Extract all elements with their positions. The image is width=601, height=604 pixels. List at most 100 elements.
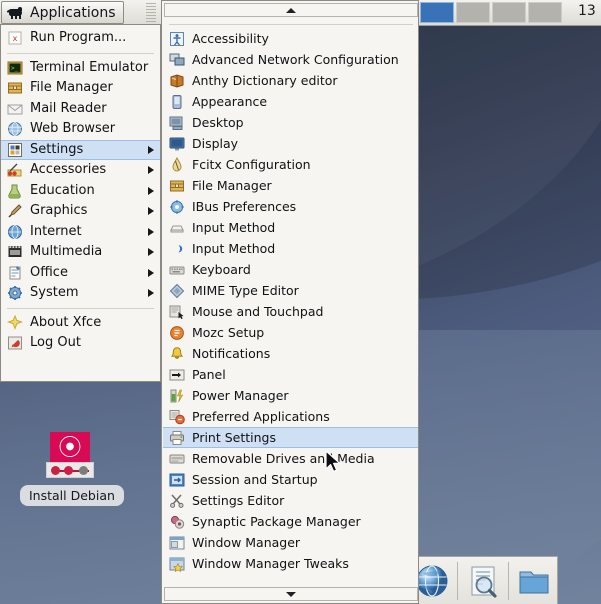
submenu-item-settings-editor[interactable]: Settings Editor bbox=[163, 490, 418, 511]
folder-icon bbox=[519, 571, 549, 593]
submenu-item-keyboard[interactable]: Keyboard bbox=[163, 259, 418, 280]
submenu-item-window-manager-tweaks[interactable]: Window Manager Tweaks bbox=[163, 553, 418, 574]
install-debian-icon[interactable]: ⦿ Install Debian bbox=[20, 432, 124, 506]
submenu-item-panel[interactable]: Panel bbox=[163, 364, 418, 385]
scroll-down-arrow[interactable] bbox=[164, 587, 418, 601]
chevron-right-icon bbox=[148, 186, 154, 195]
scroll-up-arrow[interactable] bbox=[164, 3, 418, 17]
menu-item-graphics[interactable]: Graphics bbox=[1, 201, 160, 222]
submenu-item-ibus-preferences[interactable]: IBus Preferences bbox=[163, 196, 418, 217]
submenu-item-removable-drives-and-media[interactable]: Removable Drives and Media bbox=[163, 448, 418, 469]
dock-item-file-manager[interactable] bbox=[511, 558, 557, 604]
menu-separator bbox=[7, 307, 154, 309]
submenu-item-file-manager[interactable]: File Manager bbox=[163, 175, 418, 196]
menu-item-terminal-emulator[interactable]: >_ Terminal Emulator bbox=[1, 58, 160, 79]
submenu-item-preferred-applications[interactable]: Preferred Applications bbox=[163, 406, 418, 427]
menu-item-label: Multimedia bbox=[30, 244, 103, 259]
menu-item-education[interactable]: Education bbox=[1, 181, 160, 202]
applications-button[interactable]: Applications bbox=[1, 1, 124, 24]
submenu-item-input-method[interactable]: Input Method bbox=[163, 217, 418, 238]
submenu-item-label: Mozc Setup bbox=[192, 325, 265, 340]
dock-separator bbox=[508, 561, 509, 600]
clock[interactable]: 13 bbox=[578, 3, 596, 19]
multimedia-icon bbox=[7, 244, 23, 260]
globe-icon bbox=[7, 121, 23, 137]
menu-item-office[interactable]: Office bbox=[1, 263, 160, 284]
menu-item-label: Run Program... bbox=[30, 30, 127, 45]
submenu-item-label: Window Manager bbox=[192, 535, 301, 550]
menu-item-internet[interactable]: Internet bbox=[1, 222, 160, 243]
submenu-item-session-and-startup[interactable]: Session and Startup bbox=[163, 469, 418, 490]
submenu-item-label: Keyboard bbox=[192, 262, 251, 277]
submenu-item-mime-type-editor[interactable]: MIME Type Editor bbox=[163, 280, 418, 301]
submenu-item-fcitx-configuration[interactable]: Fcitx Configuration bbox=[163, 154, 418, 175]
submenu-item-display[interactable]: Display bbox=[163, 133, 418, 154]
menu-item-label: Settings bbox=[30, 141, 84, 157]
workspace-3[interactable] bbox=[492, 2, 526, 23]
submenu-item-anthy-dictionary-editor[interactable]: Anthy Dictionary editor bbox=[163, 70, 418, 91]
menu-item-settings[interactable]: Settings bbox=[1, 139, 160, 160]
mime-icon bbox=[169, 283, 185, 299]
debian-logo-icon: ⦿ bbox=[46, 432, 94, 480]
menu-item-label: Terminal Emulator bbox=[30, 59, 149, 75]
submenu-item-print-settings[interactable]: Print Settings bbox=[163, 427, 418, 448]
workspace-1[interactable] bbox=[420, 2, 454, 23]
workspace-4[interactable] bbox=[528, 2, 562, 23]
submenu-item-window-manager[interactable]: Window Manager bbox=[163, 532, 418, 553]
applications-menu[interactable]: x Run Program... >_ Terminal Emulator Fi… bbox=[0, 24, 161, 382]
menu-item-label: Mail Reader bbox=[30, 100, 107, 116]
panel-drag-handle[interactable] bbox=[146, 3, 156, 22]
chevron-right-icon bbox=[148, 207, 154, 216]
menu-separator bbox=[7, 52, 154, 54]
dock-item-document-search[interactable] bbox=[460, 558, 506, 604]
submenu-item-power-manager[interactable]: Power Manager bbox=[163, 385, 418, 406]
submenu-item-notifications[interactable]: Notifications bbox=[163, 343, 418, 364]
window-tweaks-icon bbox=[169, 556, 185, 572]
menu-item-run-program[interactable]: x Run Program... bbox=[1, 28, 160, 49]
triangle-up-icon bbox=[286, 7, 296, 13]
accessibility-icon bbox=[169, 31, 185, 47]
file-manager-icon bbox=[7, 80, 23, 96]
session-icon bbox=[169, 472, 185, 488]
run-program-icon: x bbox=[7, 30, 23, 46]
input-method-alt-icon bbox=[169, 241, 185, 257]
svg-text:>_: >_ bbox=[11, 65, 19, 72]
menu-item-file-manager[interactable]: File Manager bbox=[1, 78, 160, 99]
submenu-item-input-method-alt[interactable]: Input Method bbox=[163, 238, 418, 259]
submenu-item-label: Display bbox=[192, 136, 239, 151]
submenu-item-advanced-network-configuration[interactable]: Advanced Network Configuration bbox=[163, 49, 418, 70]
synaptic-icon bbox=[169, 514, 185, 530]
workspace-2[interactable] bbox=[456, 2, 490, 23]
menu-item-accessories[interactable]: Accessories bbox=[1, 160, 160, 181]
chevron-right-icon bbox=[148, 227, 154, 236]
network-icon bbox=[169, 52, 185, 68]
chevron-right-icon bbox=[148, 145, 154, 154]
appearance-icon bbox=[169, 94, 185, 110]
submenu-item-label: Session and Startup bbox=[192, 472, 318, 487]
anthy-icon bbox=[169, 73, 185, 89]
workspace-switcher[interactable] bbox=[420, 2, 562, 23]
menu-item-label: Office bbox=[30, 264, 68, 280]
menu-item-log-out[interactable]: Log Out bbox=[1, 333, 160, 354]
settings-submenu[interactable]: Settings Manager Accessibility Advanced … bbox=[161, 0, 419, 604]
bottom-dock[interactable] bbox=[408, 556, 558, 604]
submenu-item-label: Notifications bbox=[192, 346, 271, 361]
menu-item-mail-reader[interactable]: Mail Reader bbox=[1, 99, 160, 120]
submenu-item-label: Removable Drives and Media bbox=[192, 451, 375, 466]
menu-item-multimedia[interactable]: Multimedia bbox=[1, 242, 160, 263]
submenu-item-accessibility[interactable]: Accessibility bbox=[163, 28, 418, 49]
menu-item-web-browser[interactable]: Web Browser bbox=[1, 119, 160, 140]
submenu-item-label: Mouse and Touchpad bbox=[192, 304, 324, 319]
preferred-apps-icon bbox=[169, 409, 185, 425]
menu-item-system[interactable]: System bbox=[1, 283, 160, 304]
submenu-item-desktop[interactable]: Desktop bbox=[163, 112, 418, 133]
logout-icon bbox=[7, 335, 23, 351]
menu-item-about-xfce[interactable]: About Xfce bbox=[1, 313, 160, 334]
submenu-item-mozc-setup[interactable]: Mozc Setup bbox=[163, 322, 418, 343]
submenu-item-synaptic-package-manager[interactable]: Synaptic Package Manager bbox=[163, 511, 418, 532]
submenu-item-appearance[interactable]: Appearance bbox=[163, 91, 418, 112]
submenu-item-mouse-and-touchpad[interactable]: Mouse and Touchpad bbox=[163, 301, 418, 322]
menu-item-label: System bbox=[30, 285, 79, 300]
submenu-item-label: Desktop bbox=[192, 115, 244, 130]
submenu-item-label: Power Manager bbox=[192, 388, 289, 403]
